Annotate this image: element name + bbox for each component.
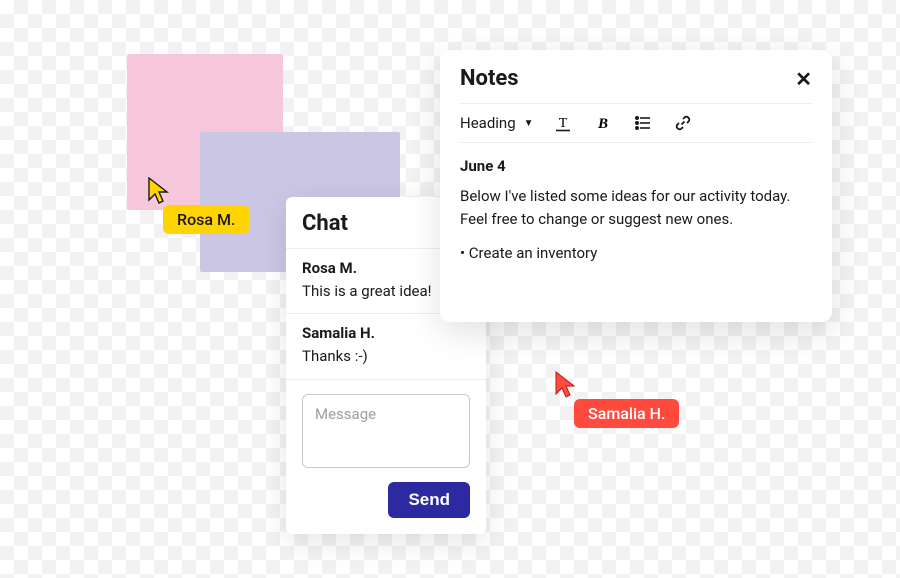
notes-title: Notes [460, 66, 519, 91]
notes-bullet[interactable]: • Create an inventory [460, 244, 812, 262]
chat-message: Samalia H. Thanks :-) [286, 314, 486, 379]
cursor-samalia [555, 371, 577, 403]
notes-body[interactable]: Below I've listed some ideas for our act… [460, 185, 812, 230]
svg-text:B: B [597, 116, 608, 132]
chat-input[interactable] [302, 394, 470, 468]
notes-date: June 4 [460, 157, 812, 175]
cursor-tag-samalia: Samalia H. [574, 399, 679, 428]
notes-toolbar: Heading ▼ T B [460, 103, 812, 143]
svg-text:T: T [558, 116, 567, 131]
notes-bullet-text: Create an inventory [469, 244, 598, 262]
chevron-down-icon: ▼ [524, 118, 534, 129]
list-icon[interactable] [632, 112, 654, 134]
chat-message-text: Thanks :-) [302, 346, 470, 366]
link-icon[interactable] [672, 112, 694, 134]
notes-panel: Notes ✕ Heading ▼ T B June 4 [440, 50, 832, 322]
bold-icon[interactable]: B [592, 112, 614, 134]
chat-title: Chat [302, 211, 348, 236]
close-icon[interactable]: ✕ [795, 69, 812, 89]
underline-icon[interactable]: T [552, 112, 574, 134]
cursor-tag-rosa: Rosa M. [163, 205, 249, 234]
send-button[interactable]: Send [388, 482, 470, 518]
text-style-select[interactable]: Heading ▼ [460, 114, 534, 132]
chat-message-author: Samalia H. [302, 324, 470, 342]
text-style-select-label: Heading [460, 114, 516, 132]
